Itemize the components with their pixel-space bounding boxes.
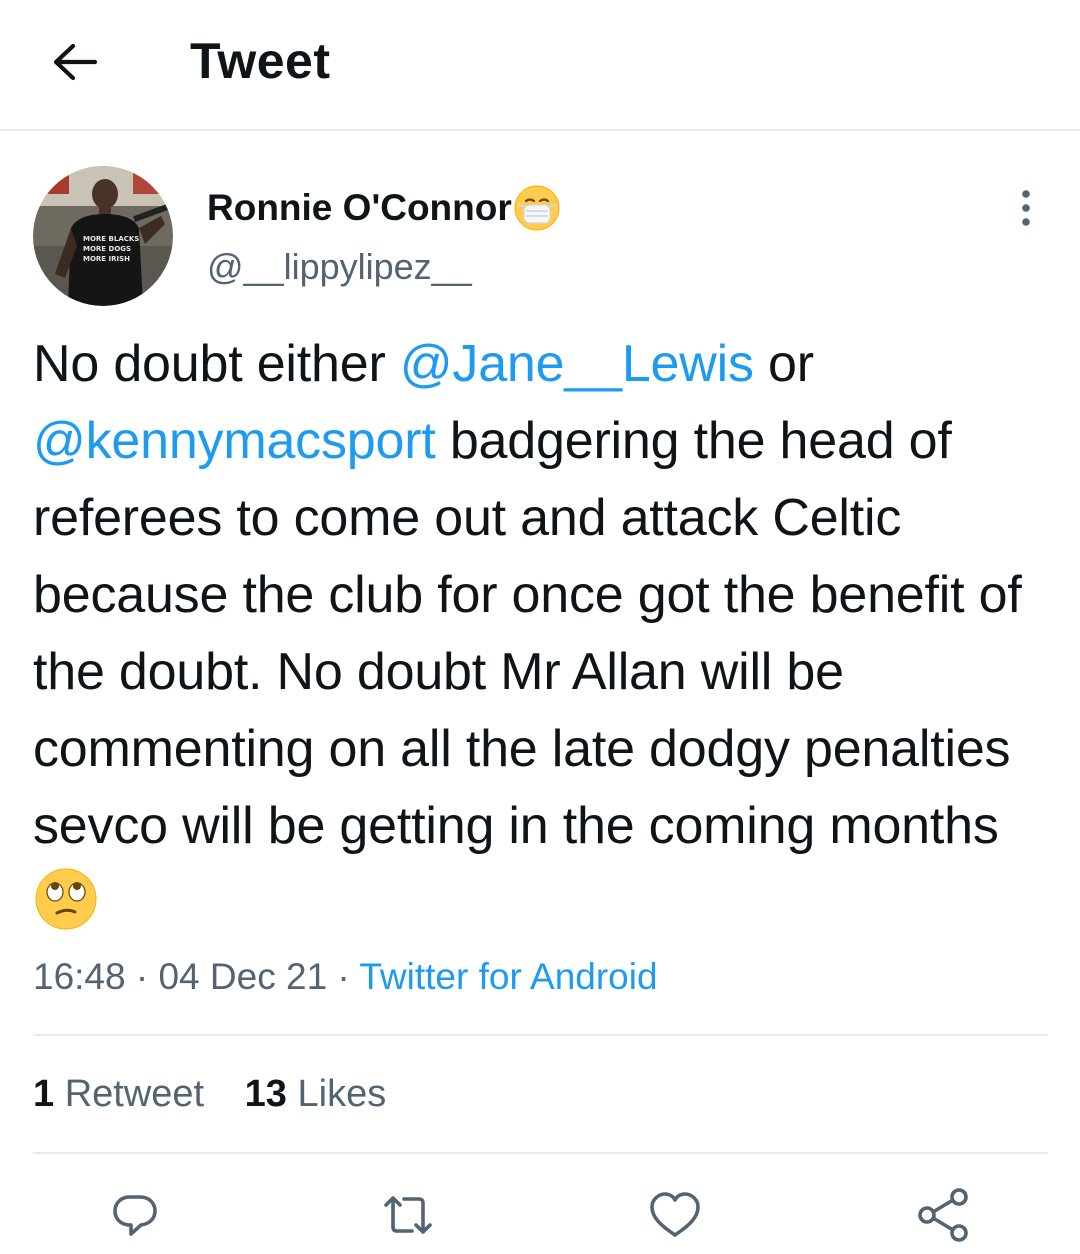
- tweet-text-part: badgering the head of referees to come o…: [33, 412, 1022, 855]
- avatar[interactable]: MORE BLACKS MORE DOGS MORE IRISH: [33, 166, 173, 306]
- arrow-left-icon: [53, 43, 97, 81]
- retweet-button[interactable]: [373, 1180, 443, 1250]
- page-title: Tweet: [190, 33, 331, 89]
- tweet-text-part: or: [753, 335, 814, 393]
- back-button[interactable]: [46, 34, 102, 90]
- tweet-stats: 1 Retweet 13 Likes: [33, 1070, 386, 1118]
- tweet-meta: 16:48 · 04 Dec 21 · Twitter for Android: [33, 953, 658, 1001]
- like-button[interactable]: [640, 1180, 710, 1250]
- retweet-icon: [384, 1196, 432, 1234]
- tweet-text: No doubt either @Jane__Lewis or @kennyma…: [33, 326, 1053, 942]
- author-handle[interactable]: @__lippylipez__: [207, 244, 472, 290]
- meta-separator: ·: [327, 956, 360, 997]
- likes-count: 13: [244, 1073, 287, 1115]
- likes-label: Likes: [297, 1073, 387, 1115]
- likes-stat[interactable]: 13 Likes: [245, 1070, 387, 1118]
- share-icon: [918, 1188, 968, 1242]
- top-bar: Tweet: [0, 0, 1080, 131]
- retweets-count: 1: [33, 1073, 55, 1115]
- heart-icon: [650, 1192, 700, 1237]
- share-button[interactable]: [908, 1180, 978, 1250]
- more-vertical-icon: [1022, 190, 1030, 226]
- tweet-date: 04 Dec 21: [158, 956, 328, 997]
- tweet-source-link[interactable]: Twitter for Android: [359, 956, 657, 997]
- author-name-text: Ronnie O'Connor: [207, 187, 512, 228]
- action-bar: [0, 1180, 1080, 1254]
- divider: [33, 1152, 1048, 1154]
- mention-link[interactable]: @Jane__Lewis: [400, 335, 754, 393]
- svg-text:MORE IRISH: MORE IRISH: [83, 255, 130, 263]
- retweets-label: Retweet: [64, 1073, 205, 1115]
- face-with-medical-mask-emoji: [514, 185, 560, 231]
- tweet-text-part: No doubt either: [33, 335, 400, 393]
- retweets-stat[interactable]: 1 Retweet: [33, 1070, 204, 1118]
- more-options-button[interactable]: [1002, 184, 1050, 232]
- author-display-name[interactable]: Ronnie O'Connor: [207, 183, 562, 233]
- meta-separator: ·: [125, 956, 159, 997]
- face-with-rolling-eyes-emoji: [35, 868, 97, 930]
- reply-icon: [113, 1195, 157, 1236]
- tweet-time: 16:48: [33, 956, 126, 997]
- avatar-photo: MORE BLACKS MORE DOGS MORE IRISH: [33, 166, 173, 306]
- svg-text:MORE DOGS: MORE DOGS: [83, 245, 131, 253]
- divider: [33, 1034, 1048, 1036]
- reply-button[interactable]: [100, 1180, 170, 1250]
- svg-text:MORE BLACKS: MORE BLACKS: [83, 235, 139, 243]
- mention-link[interactable]: @kennymacsport: [33, 412, 436, 470]
